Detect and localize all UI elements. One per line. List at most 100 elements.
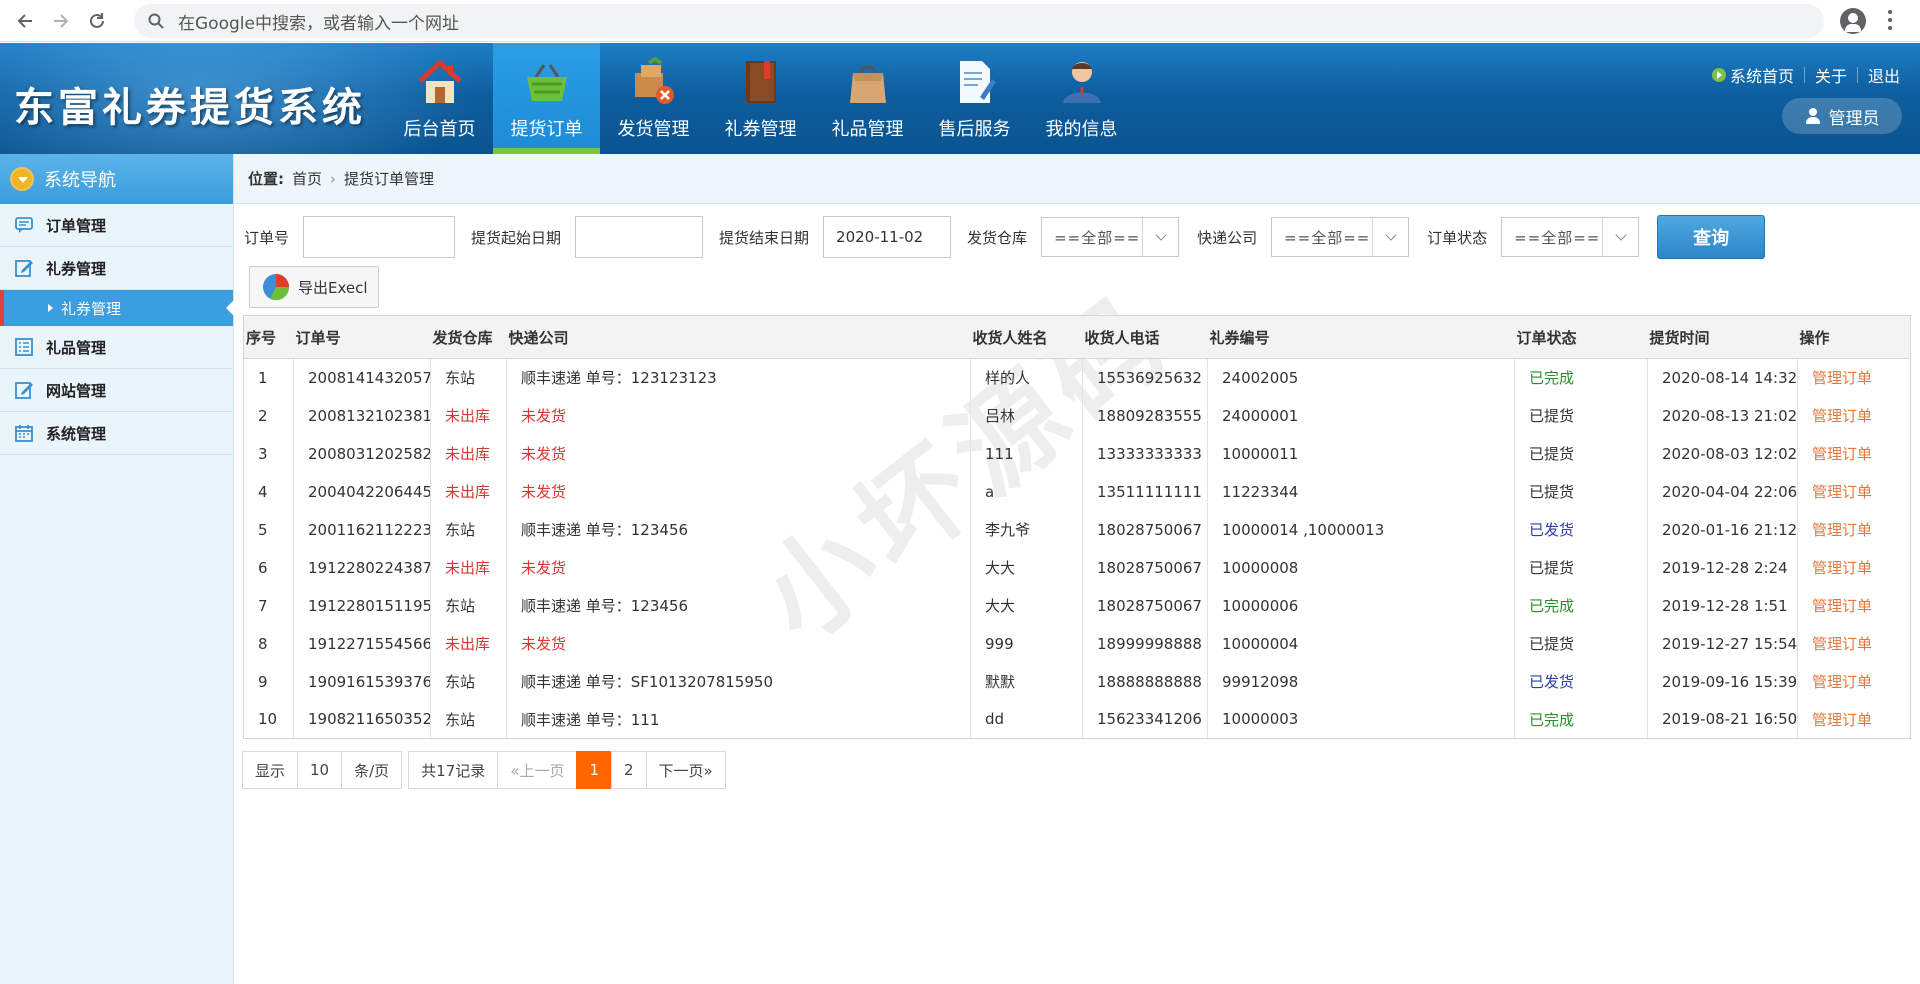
sidebar-item-label: 礼券管理 (46, 259, 107, 278)
sidebar-item-orders[interactable]: 订单管理 (0, 204, 233, 247)
collapse-icon[interactable] (10, 167, 34, 191)
sidebar-title: 系统导航 (44, 170, 116, 191)
table-cell: 2019-08-21 16:50 (1647, 700, 1798, 739)
sidebar-item-gifts[interactable]: 礼品管理 (0, 326, 233, 369)
nav-dashboard[interactable]: 后台首页 (386, 43, 493, 154)
table-cell: 大大 (970, 548, 1083, 587)
column-header: 礼券编号 (1207, 315, 1515, 359)
divider (1856, 67, 1858, 83)
order-no-input[interactable] (303, 216, 456, 258)
forward-arrow-icon[interactable] (50, 10, 72, 32)
prev-page-button[interactable]: «上一页 (497, 751, 578, 789)
nav-label: 发货管理 (617, 119, 690, 140)
breadcrumb-home[interactable]: 首页 (292, 168, 322, 189)
orders-table: 序号 订单号 发货仓库 快递公司 收货人姓名 收货人电话 礼券编号 订单状态 提货时间 操作 12… (243, 315, 1911, 739)
status-cell: 已提货 (1514, 434, 1648, 473)
export-excel-button[interactable]: 导出Execl (249, 266, 379, 308)
edit-icon (15, 382, 33, 399)
table-cell: 19082116503528 (293, 700, 431, 739)
pagination: 显示 10 条/页 共17记录 «上一页 1 2 下一页» (242, 751, 726, 789)
status-select[interactable]: ==全部== (1501, 217, 1640, 257)
nav-coupons[interactable]: 礼券管理 (707, 43, 814, 154)
query-button[interactable]: 查询 (1657, 215, 1766, 259)
sidebar-item-system[interactable]: 系统管理 (0, 412, 233, 455)
manage-order-link[interactable]: 管理订单 (1797, 472, 1911, 511)
express-value: ==全部== (1284, 228, 1371, 247)
warehouse-select[interactable]: ==全部== (1041, 217, 1180, 257)
table-row: 4 20040422064453 未出库 未发货 a 13511111111 1122334… (243, 472, 1911, 511)
manage-order-link[interactable]: 管理订单 (1797, 662, 1911, 701)
manage-order-link[interactable]: 管理订单 (1797, 434, 1911, 473)
manage-order-link[interactable]: 管理订单 (1797, 358, 1911, 397)
table-cell: 2020-04-04 22:06 (1647, 472, 1798, 511)
table-cell: 15536925632 (1082, 358, 1208, 397)
status-cell: 已提货 (1514, 396, 1648, 435)
express-select[interactable]: ==全部== (1271, 217, 1410, 257)
table-cell: 4 (243, 472, 294, 511)
table-cell: 5 (243, 510, 294, 549)
logout-link[interactable]: 退出 (1868, 63, 1900, 87)
sidebar-item-label: 网站管理 (46, 381, 107, 400)
manage-order-link[interactable]: 管理订单 (1797, 700, 1911, 739)
table-cell: 18028750067 (1082, 548, 1208, 587)
next-page-button[interactable]: 下一页» (645, 751, 726, 789)
sidebar-subitem-label: 礼券管理 (61, 299, 122, 318)
table-cell: 19091615393769 (293, 662, 431, 701)
page-size-value[interactable]: 10 (297, 751, 343, 789)
total-records: 共17记录 (408, 751, 499, 789)
nav-my-info[interactable]: 我的信息 (1028, 43, 1135, 154)
caret-right-icon (48, 304, 53, 312)
manage-order-link[interactable]: 管理订单 (1797, 624, 1911, 663)
nav-gifts[interactable]: 礼品管理 (814, 43, 921, 154)
manage-order-link[interactable]: 管理订单 (1797, 510, 1911, 549)
table-row: 9 19091615393769 东站 顺丰速递 单号：SF1013207815950… (243, 662, 1911, 701)
reload-icon[interactable] (86, 10, 108, 32)
user-menu[interactable]: 管理员 (1782, 98, 1902, 134)
browser-menu-icon[interactable] (1888, 10, 1892, 32)
table-cell: 11223344 (1207, 472, 1515, 511)
sidebar-item-coupons[interactable]: 礼券管理 (0, 247, 233, 290)
page-1-button[interactable]: 1 (576, 751, 612, 789)
address-bar[interactable]: 在Google中搜索，或者输入一个网址 (134, 4, 1824, 38)
nav-after-sales[interactable]: 售后服务 (921, 43, 1028, 154)
table-cell: 2020-08-13 21:02 (1647, 396, 1798, 435)
sidebar-item-website[interactable]: 网站管理 (0, 369, 233, 412)
table-cell: 样的人 (970, 358, 1083, 397)
table-cell: a (970, 472, 1083, 511)
table-cell: 顺丰速递 单号：123456 (506, 586, 971, 625)
nav-label: 礼券管理 (724, 119, 797, 140)
table-cell: 10000008 (1207, 548, 1515, 587)
nav-pickup-orders[interactable]: 提货订单 (493, 43, 600, 154)
status-value: ==全部== (1514, 228, 1601, 247)
column-header: 收货人电话 (1082, 315, 1208, 359)
column-header: 快递公司 (506, 315, 971, 359)
pie-chart-icon (263, 274, 290, 301)
end-date-input[interactable]: 2020-11-02 (823, 216, 952, 258)
table-cell: 2019-12-27 15:54 (1647, 624, 1798, 663)
nav-label: 我的信息 (1045, 119, 1118, 140)
sidebar-header[interactable]: 系统导航 (0, 154, 233, 204)
table-cell: 7 (243, 586, 294, 625)
page-2-button[interactable]: 2 (611, 751, 647, 789)
start-date-input[interactable] (575, 216, 704, 258)
manage-order-link[interactable]: 管理订单 (1797, 586, 1911, 625)
table-cell: 24002005 (1207, 358, 1515, 397)
manage-order-link[interactable]: 管理订单 (1797, 396, 1911, 435)
table-cell: 顺丰速递 单号：123456 (506, 510, 971, 549)
manage-order-link[interactable]: 管理订单 (1797, 548, 1911, 587)
about-link[interactable]: 关于 (1815, 63, 1847, 87)
edit-icon (15, 260, 33, 277)
table-cell: 顺丰速递 单号：111 (506, 700, 971, 739)
back-arrow-icon[interactable] (14, 10, 36, 32)
profile-icon[interactable] (1840, 8, 1866, 34)
column-header: 收货人姓名 (970, 315, 1083, 359)
shipment-icon (634, 57, 674, 104)
table-cell: 10000011 (1207, 434, 1515, 473)
sidebar-subitem-coupons[interactable]: 礼券管理 (0, 290, 234, 326)
system-home-link[interactable]: 系统首页 (1730, 63, 1794, 87)
table-cell: 未发货 (506, 396, 971, 435)
nav-shipping[interactable]: 发货管理 (600, 43, 707, 154)
table-row: 8 19122715545663 未出库 未发货 999 18999998888 10000… (243, 624, 1911, 663)
breadcrumb: 位置: 首页 › 提货订单管理 (234, 154, 1920, 204)
table-cell: 未发货 (506, 548, 971, 587)
